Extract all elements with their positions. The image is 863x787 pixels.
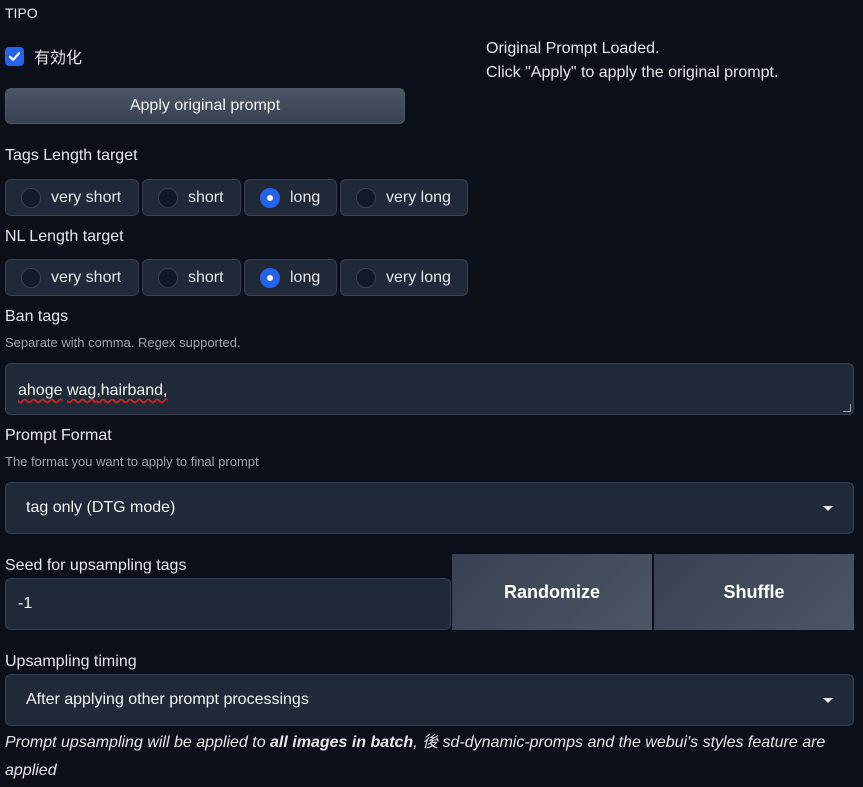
radio-label: long (290, 268, 321, 286)
nl-length-option-very-short[interactable]: very short (5, 259, 139, 296)
dropdown-value: After applying other prompt processings (26, 691, 309, 708)
nl-length-label: NL Length target (5, 228, 124, 245)
seed-label: Seed for upsampling tags (5, 557, 187, 574)
seed-input[interactable]: -1 (5, 578, 451, 630)
ban-tags-textarea[interactable]: ahoge wag,hairband, (5, 363, 854, 415)
nl-length-radio-group: very short short long very long (5, 259, 468, 296)
radio-label: very long (386, 268, 451, 286)
status-line-1: Original Prompt Loaded. (486, 40, 660, 57)
chevron-down-icon (823, 697, 833, 703)
tags-length-radio-group: very short short long very long (5, 179, 468, 216)
tags-length-option-short[interactable]: short (142, 179, 241, 216)
textarea-value-rest: ,hairband, (96, 382, 168, 399)
section-title: TIPO (5, 5, 38, 21)
radio-circle[interactable] (21, 267, 41, 288)
radio-circle-selected[interactable] (260, 267, 280, 288)
radio-label: very long (386, 188, 451, 206)
tags-length-option-long[interactable]: long (244, 179, 337, 216)
chevron-down-icon (823, 505, 833, 511)
upsampling-timing-dropdown[interactable]: After applying other prompt processings (5, 674, 854, 726)
misspelled-word: ahoge (18, 382, 63, 399)
radio-label: long (290, 188, 321, 206)
radio-circle[interactable] (158, 187, 178, 208)
radio-circle[interactable] (356, 187, 376, 208)
status-text: Original Prompt Loaded. Click "Apply" to… (486, 37, 778, 85)
radio-circle[interactable] (21, 187, 41, 208)
radio-circle[interactable] (356, 267, 376, 288)
shuffle-button[interactable]: Shuffle (654, 554, 854, 630)
nl-length-option-very-long[interactable]: very long (340, 259, 468, 296)
info-text-bold: all images in batch (270, 734, 414, 751)
prompt-format-dropdown[interactable]: tag only (DTG mode) (5, 482, 854, 534)
tags-length-label: Tags Length target (5, 147, 138, 164)
tags-length-option-very-long[interactable]: very long (340, 179, 468, 216)
check-icon (8, 51, 21, 61)
resize-handle-icon[interactable] (843, 404, 851, 412)
prompt-format-info: The format you want to apply to final pr… (5, 454, 259, 469)
radio-circle-selected[interactable] (260, 187, 280, 208)
radio-label: very short (51, 188, 122, 206)
ban-tags-label: Ban tags (5, 308, 69, 325)
apply-original-prompt-button[interactable]: Apply original prompt (5, 88, 405, 124)
enable-checkbox[interactable] (5, 46, 24, 66)
tags-length-option-very-short[interactable]: very short (5, 179, 139, 216)
info-text-part: Prompt upsampling will be applied to (5, 734, 271, 751)
nl-length-option-long[interactable]: long (244, 259, 337, 296)
radio-label: short (188, 188, 224, 206)
upsampling-timing-label: Upsampling timing (5, 653, 137, 670)
status-line-2: Click "Apply" to apply the original prom… (486, 64, 779, 81)
randomize-button[interactable]: Randomize (452, 554, 652, 630)
dropdown-value: tag only (DTG mode) (26, 499, 176, 516)
radio-circle[interactable] (158, 267, 178, 288)
radio-label: short (188, 268, 224, 286)
misspelled-word: wag (66, 382, 97, 399)
enable-label: 有効化 (34, 50, 83, 67)
enable-checkbox-row[interactable]: 有効化 (5, 44, 82, 68)
upsampling-timing-info: Prompt upsampling will be applied to all… (5, 729, 857, 785)
prompt-format-label: Prompt Format (5, 427, 112, 444)
ban-tags-info: Separate with comma. Regex supported. (5, 335, 241, 350)
radio-label: very short (51, 268, 122, 286)
nl-length-option-short[interactable]: short (142, 259, 241, 296)
